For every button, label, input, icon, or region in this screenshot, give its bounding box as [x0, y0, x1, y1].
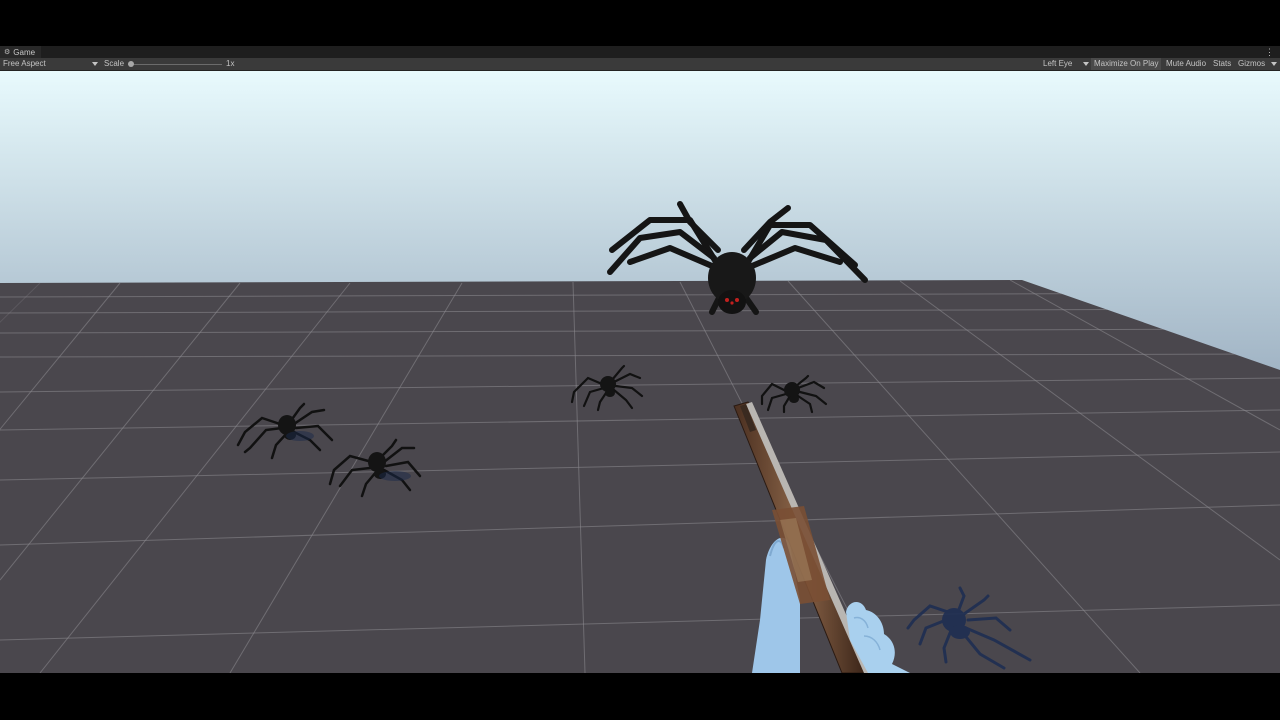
more-options-icon[interactable]: ⋮: [1265, 46, 1274, 58]
ground-plane: [0, 280, 1280, 673]
aspect-dropdown[interactable]: Free Aspect: [3, 58, 46, 70]
game-viewport[interactable]: [0, 71, 1280, 673]
letterbox-top: [0, 0, 1280, 46]
eye-chevron-down-icon[interactable]: [1083, 62, 1089, 66]
scale-slider-handle[interactable]: [128, 61, 134, 67]
aspect-chevron-down-icon[interactable]: [92, 62, 98, 66]
eye-label: Left Eye: [1043, 59, 1073, 68]
maximize-on-play-button[interactable]: Maximize On Play: [1091, 58, 1162, 70]
gizmos-button[interactable]: Gizmos: [1238, 58, 1265, 70]
scale-label: Scale: [104, 59, 125, 68]
game-tab-label: Game: [13, 47, 36, 57]
letterbox-bottom: [0, 673, 1280, 720]
scale-slider-track[interactable]: [128, 64, 222, 65]
gizmos-chevron-down-icon[interactable]: [1271, 62, 1277, 66]
gamepad-icon: ⚙: [4, 49, 11, 56]
game-tab[interactable]: ⚙ Game: [0, 46, 42, 58]
mute-audio-button[interactable]: Mute Audio: [1166, 58, 1206, 70]
stats-button[interactable]: Stats: [1213, 58, 1231, 70]
scale-value: 1x: [226, 59, 235, 68]
editor-tab-strip: ⚙ Game ⋮: [0, 46, 1280, 58]
eye-dropdown[interactable]: Left Eye: [1043, 58, 1072, 70]
scene-render: [0, 71, 1280, 673]
game-view-toolbar: Free Aspect Scale 1x Left Eye Maximize O…: [0, 58, 1280, 71]
aspect-label: Free Aspect: [3, 59, 46, 68]
